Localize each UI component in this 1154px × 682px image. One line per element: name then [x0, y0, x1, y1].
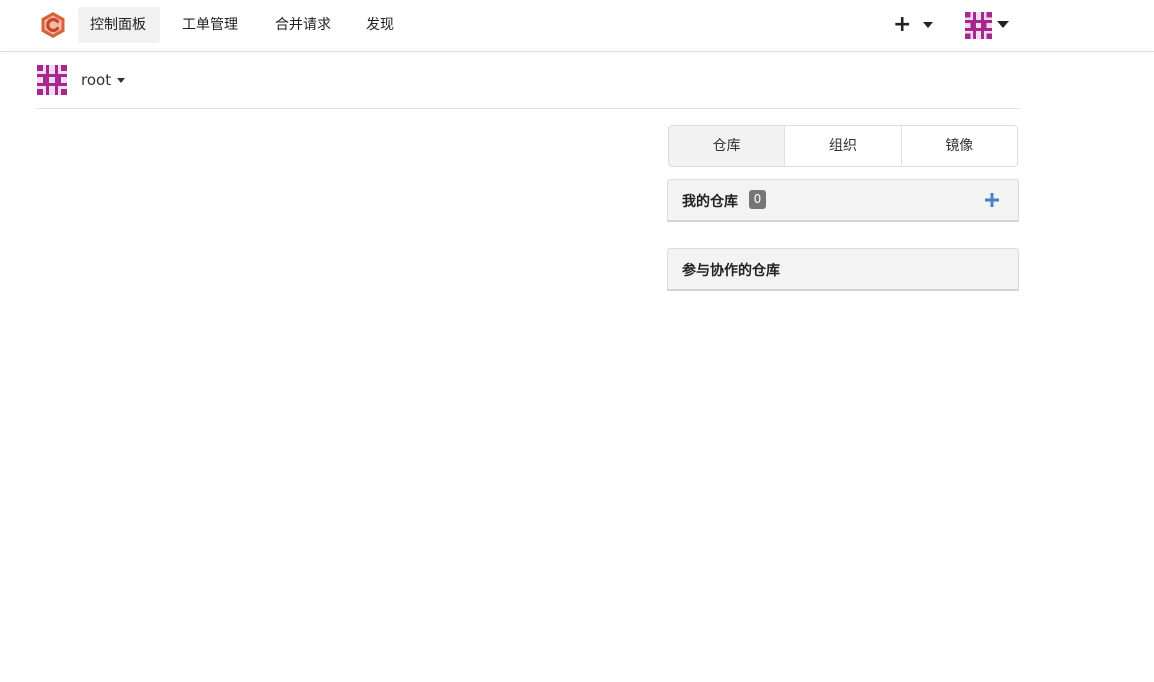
plus-icon: + — [893, 12, 912, 37]
dashboard-tabs: 仓库 组织 镜像 — [668, 125, 1018, 167]
divider — [37, 108, 1019, 109]
identicon-avatar-icon — [965, 12, 992, 39]
collab-repos-title: 参与协作的仓库 — [682, 263, 780, 279]
top-navbar: 控制面板 工单管理 合并请求 发现 + — [0, 0, 1154, 52]
tab-repositories[interactable]: 仓库 — [669, 126, 785, 166]
create-new-dropdown[interactable]: + — [893, 13, 937, 37]
nav-pull-requests[interactable]: 合并请求 — [263, 7, 343, 43]
plus-icon — [985, 193, 999, 207]
add-repo-button[interactable] — [984, 190, 1000, 210]
nav-explore[interactable]: 发现 — [354, 7, 406, 43]
my-repos-title: 我的仓库 — [682, 194, 738, 210]
my-repos-panel-header: 我的仓库 0 — [667, 179, 1019, 222]
context-username: root — [81, 71, 112, 89]
user-menu-dropdown[interactable] — [965, 12, 1011, 40]
context-switcher[interactable]: root — [37, 65, 137, 97]
repo-count-badge: 0 — [749, 190, 766, 209]
gitea-logo-icon[interactable] — [39, 11, 67, 39]
nav-dashboard[interactable]: 控制面板 — [78, 7, 160, 43]
tab-mirrors[interactable]: 镜像 — [900, 126, 1017, 166]
nav-issues[interactable]: 工单管理 — [170, 7, 250, 43]
tab-organizations[interactable]: 组织 — [784, 126, 900, 166]
caret-down-icon — [923, 22, 933, 28]
identicon-avatar-icon — [37, 65, 67, 95]
caret-down-icon — [117, 78, 125, 83]
caret-down-icon — [997, 21, 1009, 28]
collab-repos-panel-header: 参与协作的仓库 — [667, 248, 1019, 291]
